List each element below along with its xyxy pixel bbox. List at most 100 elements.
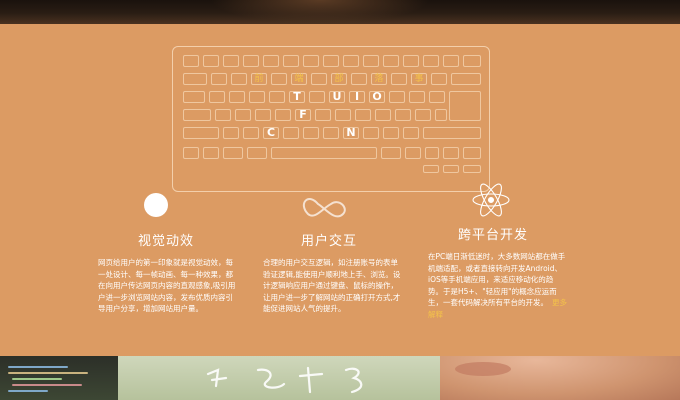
keyboard-key (271, 73, 287, 85)
keyboard-key (263, 55, 279, 67)
keyboard-key (425, 147, 439, 159)
feature-cross-platform: 跨平台开发 在PC端日渐低迷时，大多数网站都在做手机端适配，或者直接转向开发An… (428, 183, 568, 321)
keyboard-key (405, 147, 421, 159)
keyboard-key (323, 127, 339, 139)
keyboard-key (391, 73, 407, 85)
keyboard-key (309, 91, 325, 103)
keyboard-key (451, 73, 481, 85)
feature-user-interaction: 用户交互 合理的用户交互逻辑，如注册账号的表单验证逻辑,能使用户顺利地上手、浏览… (263, 192, 403, 315)
keyboard-key (363, 127, 379, 139)
keyboard-key (351, 73, 367, 85)
keyboard-key (443, 165, 459, 173)
keyboard-key (255, 109, 271, 121)
feature-description: 合理的用户交互逻辑，如注册账号的表单验证逻辑,能使用户顺利地上手、浏览。设计逻辑… (263, 258, 401, 314)
keyboard-row: T U I O (183, 90, 481, 121)
keyboard-key (203, 55, 219, 67)
keyboard-key (223, 127, 239, 139)
keyboard-key (183, 127, 219, 139)
keyboard-key (403, 55, 419, 67)
keyboard-key (423, 165, 439, 173)
keyboard-key (183, 147, 199, 159)
circle-icon (98, 192, 238, 222)
keyboard-key (223, 147, 243, 159)
keyboard-row (183, 165, 481, 177)
top-photo-strip (0, 0, 680, 24)
infinity-icon (263, 192, 403, 222)
keyboard-key (303, 127, 319, 139)
keyboard-key (409, 91, 425, 103)
keyboard-key (323, 55, 339, 67)
keyboard-key (243, 55, 259, 67)
keyboard-key (283, 127, 299, 139)
keyboard-key (283, 55, 299, 67)
keyboard-key (269, 91, 285, 103)
keyboard-key (311, 73, 327, 85)
keyboard-key (275, 109, 291, 121)
keyboard-key (463, 165, 481, 173)
keyboard-key (395, 109, 411, 121)
keyboard-key (375, 109, 391, 121)
key-cjk-label: 落 (374, 74, 384, 84)
bottom-photo-strip (0, 356, 680, 400)
keyboard-key (215, 109, 231, 121)
keyboard-key (271, 147, 377, 159)
feature-description-text: 在PC端日渐低迷时，大多数网站都在做手机端适配，或者直接转向开发Android、… (428, 252, 566, 308)
feature-title: 用户交互 (301, 234, 358, 249)
keyboard-key (231, 73, 247, 85)
feature-title: 视觉动效 (138, 234, 195, 249)
keyboard-row: 前 端 部 落 事 (183, 73, 481, 85)
keyboard-key (183, 55, 199, 67)
key-letter-label: I (354, 90, 360, 103)
keyboard-key (335, 109, 351, 121)
keyboard-key (223, 55, 239, 67)
keyboard-key (363, 55, 379, 67)
keyboard-key (211, 73, 227, 85)
keyboard-key (463, 55, 481, 67)
key-letter-label: O (372, 90, 382, 103)
key-letter-label: F (299, 108, 307, 121)
keyboard-key (443, 55, 459, 67)
keyboard-key (429, 91, 445, 103)
keyboard-key (229, 91, 245, 103)
keyboard-key (209, 91, 225, 103)
key-letter-label: T (293, 90, 301, 103)
keyboard-row (183, 55, 481, 67)
keyboard-key (403, 127, 419, 139)
keyboard-row: C N (183, 126, 481, 139)
keyboard-key (423, 127, 481, 139)
keyboard-key (381, 147, 401, 159)
key-letter-label: N (346, 126, 356, 139)
keyboard-key (383, 127, 399, 139)
keyboard-key (247, 147, 267, 159)
keyboard-key (463, 147, 481, 159)
keyboard-key (443, 147, 459, 159)
keyboard-key (303, 55, 319, 67)
keyboard-key (315, 109, 331, 121)
keyboard-key (423, 55, 439, 67)
atom-icon (428, 180, 568, 220)
keyboard-key (183, 109, 211, 121)
whiteboard-image (118, 356, 448, 400)
feature-description: 在PC端日渐低迷时，大多数网站都在做手机端适配，或者直接转向开发Android、… (428, 251, 568, 321)
key-letter-label: U (332, 90, 342, 103)
key-cjk-label: 端 (294, 74, 304, 84)
keyboard-key (343, 55, 359, 67)
keyboard-key (389, 91, 405, 103)
feature-visual-effects: 视觉动效 网页给用户的第一印象就是视觉动效，每一处设计、每一帧动画、每一种效果，… (98, 192, 238, 315)
keyboard-key (383, 55, 399, 67)
key-letter-label: C (266, 126, 276, 139)
keyboard-illustration: 前 端 部 落 事 T U I O F C N (172, 46, 490, 192)
feature-description: 网页给用户的第一印象就是视觉动效，每一处设计、每一帧动画、每一种效果，都在向用户… (98, 258, 236, 314)
keyboard-key (183, 73, 207, 85)
keyboard-row (183, 147, 481, 159)
person-mouth (455, 362, 511, 376)
key-cjk-label: 事 (414, 74, 424, 84)
keyboard-key (435, 109, 447, 121)
features-section: 前 端 部 落 事 T U I O F C N 视觉动效 网页给用户的第一印象就… (0, 24, 680, 356)
key-cjk-label: 部 (334, 74, 344, 84)
keyboard-key (415, 109, 431, 121)
keyboard-key (203, 147, 219, 159)
key-cjk-label: 前 (254, 74, 264, 84)
keyboard-key (235, 109, 251, 121)
keyboard-key (243, 127, 259, 139)
